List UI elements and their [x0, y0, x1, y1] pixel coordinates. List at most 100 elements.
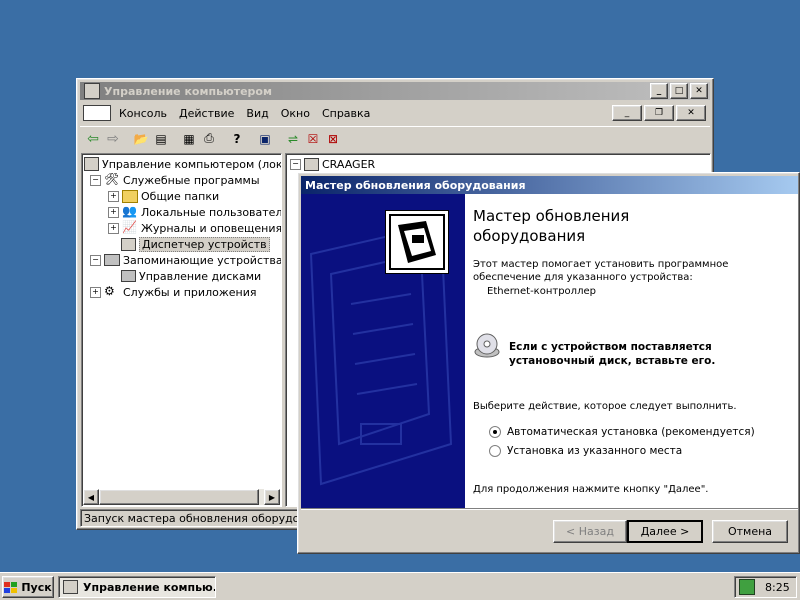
menu-window[interactable]: Окно	[275, 107, 316, 120]
clock[interactable]: 8:25	[765, 581, 790, 594]
tree-label: Диспетчер устройств	[139, 236, 270, 252]
radio-specified-location[interactable]	[489, 445, 501, 457]
console-icon[interactable]	[83, 105, 111, 121]
scroll-left-button[interactable]: ◀	[83, 489, 99, 505]
system-tray: 8:25	[734, 576, 797, 598]
option-specified-location[interactable]: Установка из указанного места	[489, 445, 682, 457]
storage-icon	[104, 254, 120, 266]
tree-label: Управление дисками	[139, 269, 262, 283]
collapse-toggle[interactable]: −	[290, 158, 301, 170]
menu-action[interactable]: Действие	[173, 107, 240, 120]
update-driver-icon[interactable]: ⇌	[284, 130, 302, 148]
toolbar: ⇦ ⇨ 📂 ▤ ▦ ⎙ ? ▣ ⇌ ☒ ⊠	[80, 126, 710, 150]
tree-label: Служебные программы	[123, 173, 260, 187]
collapse-toggle[interactable]: −	[90, 254, 101, 266]
cd-icon	[473, 332, 501, 360]
tree-item-shared-folders[interactable]: + Общие папки	[84, 188, 281, 204]
hardware-update-wizard: Мастер обновления оборудования Мастер об…	[297, 172, 800, 554]
child-close-button[interactable]: ✕	[676, 105, 706, 121]
start-label: Пуск	[21, 580, 52, 594]
scroll-right-button[interactable]: ▶	[264, 489, 280, 505]
services-icon: ⚙	[104, 284, 115, 298]
option-label: Автоматическая установка (рекомендуется)	[507, 426, 755, 438]
wizard-title: Мастер обновления оборудования	[305, 178, 526, 192]
minimize-button[interactable]: _	[650, 83, 668, 99]
forward-arrow-icon[interactable]: ⇨	[104, 130, 122, 148]
device-name: Ethernet-контроллер	[487, 286, 596, 297]
device-tree-root[interactable]: − CRAAGER	[290, 156, 375, 172]
option-automatic[interactable]: Автоматическая установка (рекомендуется)	[489, 426, 755, 438]
tree-label: Локальные пользователи и	[141, 205, 282, 219]
properties-icon[interactable]: ▦	[180, 130, 198, 148]
performance-logs-icon: 📈	[122, 220, 137, 234]
uninstall-device-icon[interactable]: ⊠	[324, 130, 342, 148]
windows-logo-icon	[4, 581, 18, 593]
tools-icon: 🛠	[104, 172, 120, 186]
tree-item-disk-management[interactable]: Управление дисками	[84, 268, 281, 284]
child-restore-button[interactable]: ❐	[644, 105, 674, 121]
computer-management-icon	[63, 580, 78, 594]
start-button[interactable]: Пуск	[2, 576, 54, 598]
wizard-intro-text: Этот мастер помогает установить программ…	[473, 259, 729, 283]
tree-label: Журналы и оповещения пр	[141, 221, 282, 235]
print-icon[interactable]: ⎙	[200, 130, 218, 148]
task-label: Управление компью...	[83, 580, 216, 594]
tree-item-services-apps[interactable]: + ⚙ Службы и приложения	[84, 284, 281, 300]
tree-label: Службы и приложения	[123, 285, 257, 299]
next-button[interactable]: Далее >	[627, 520, 703, 543]
wizard-heading: Мастер обновления оборудования	[473, 207, 630, 245]
maximize-button[interactable]: □	[670, 83, 688, 99]
expand-toggle[interactable]: +	[108, 222, 119, 234]
network-tray-icon[interactable]	[739, 579, 755, 595]
tree-item-local-users[interactable]: + 👥 Локальные пользователи и	[84, 204, 282, 220]
menu-console[interactable]: Консоль	[113, 107, 173, 120]
tree-item-system-tools[interactable]: − 🛠 Служебные программы	[84, 172, 281, 188]
tree-item-root[interactable]: Управление компьютером (локаль	[84, 156, 282, 172]
wizard-titlebar[interactable]: Мастер обновления оборудования	[301, 176, 798, 194]
computer-management-icon	[84, 83, 100, 99]
disk-management-icon	[121, 270, 136, 282]
tree-item-storage[interactable]: − Запоминающие устройства	[84, 252, 282, 268]
collapse-toggle[interactable]: −	[90, 174, 101, 186]
users-icon: 👥	[122, 204, 137, 218]
child-minimize-button[interactable]: _	[612, 105, 642, 121]
folder-icon	[122, 189, 138, 203]
back-button[interactable]: < Назад	[553, 520, 627, 543]
help-icon[interactable]: ?	[228, 130, 246, 148]
radio-automatic[interactable]	[489, 426, 501, 438]
close-button[interactable]: ✕	[690, 83, 708, 99]
scroll-thumb[interactable]	[99, 489, 259, 505]
computer-name: CRAAGER	[322, 157, 376, 171]
menu-view[interactable]: Вид	[240, 107, 274, 120]
continue-note: Для продолжения нажмите кнопку "Далее".	[473, 484, 709, 495]
computer-icon	[304, 157, 319, 171]
disable-device-icon[interactable]: ☒	[304, 130, 322, 148]
tree-label: Запоминающие устройства	[123, 253, 282, 267]
tree-item-device-manager[interactable]: Диспетчер устройств	[84, 236, 281, 252]
choose-action-prompt: Выберите действие, которое следует выпол…	[473, 401, 737, 412]
taskbar-task-mmc[interactable]: Управление компью...	[58, 576, 216, 598]
wizard-content: Мастер обновления оборудования Этот маст…	[465, 194, 798, 508]
tree-horizontal-scrollbar[interactable]: ◀ ▶	[83, 489, 280, 505]
cancel-button[interactable]: Отмена	[712, 520, 788, 543]
show-hide-tree-icon[interactable]: ▤	[152, 130, 170, 148]
up-folder-icon[interactable]: 📂	[132, 130, 150, 148]
hardware-device-icon	[385, 210, 449, 274]
expand-toggle[interactable]: +	[90, 286, 101, 298]
device-manager-icon	[121, 237, 136, 251]
expand-toggle[interactable]: +	[108, 206, 119, 218]
tree-label: Управление компьютером (локаль	[102, 157, 282, 171]
menu-bar: Консоль Действие Вид Окно Справка _ ❐ ✕	[80, 103, 710, 123]
wizard-banner	[301, 194, 465, 508]
tree-item-logs-alerts[interactable]: + 📈 Журналы и оповещения пр	[84, 220, 282, 236]
option-label: Установка из указанного места	[507, 445, 683, 457]
mmc-titlebar[interactable]: Управление компьютером _ □ ✕	[80, 82, 710, 100]
mmc-title: Управление компьютером	[104, 84, 272, 98]
tree-pane: Управление компьютером (локаль − 🛠 Служе…	[81, 153, 282, 507]
wizard-separator	[301, 508, 798, 510]
menu-help[interactable]: Справка	[316, 107, 376, 120]
scan-hardware-icon[interactable]: ▣	[256, 130, 274, 148]
back-arrow-icon[interactable]: ⇦	[84, 130, 102, 148]
expand-toggle[interactable]: +	[108, 190, 119, 202]
tree-label: Общие папки	[141, 189, 220, 203]
